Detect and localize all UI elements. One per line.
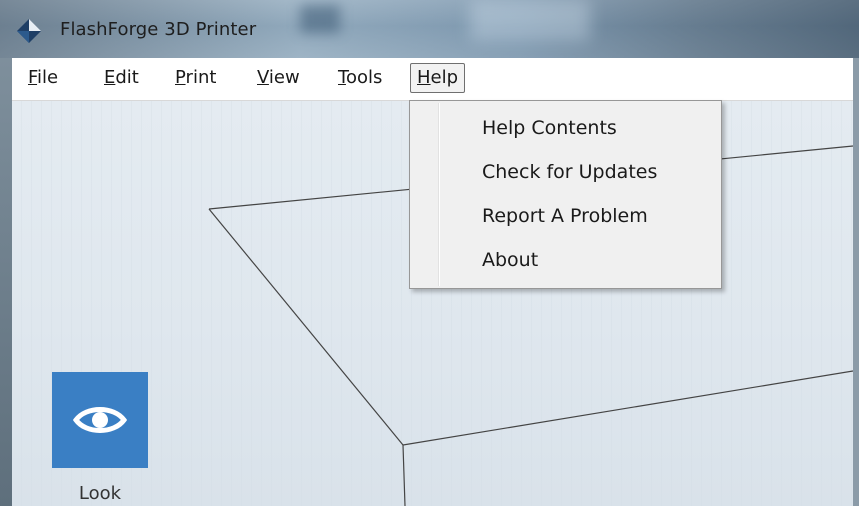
title-bar-background-blur <box>300 5 340 33</box>
menu-print[interactable]: Print <box>169 64 222 92</box>
window-title: FlashForge 3D Printer <box>60 19 257 40</box>
menu-file[interactable]: File <box>22 64 64 92</box>
window-frame-right <box>853 58 859 506</box>
eye-icon <box>72 407 128 433</box>
menu-tools[interactable]: Tools <box>332 64 388 92</box>
menu-item-help-contents[interactable]: Help Contents <box>482 113 617 143</box>
menu-bar: File Edit Print View Tools Help <box>12 58 853 101</box>
menu-view[interactable]: View <box>251 64 306 92</box>
title-bar[interactable]: FlashForge 3D Printer <box>0 0 859 58</box>
menu-item-report-a-problem[interactable]: Report A Problem <box>482 201 648 231</box>
menu-item-about[interactable]: About <box>482 245 538 275</box>
menu-edit[interactable]: Edit <box>98 64 145 92</box>
menu-help[interactable]: Help <box>410 63 466 93</box>
window-frame-left <box>0 58 12 506</box>
flashforge-logo-icon <box>17 19 41 43</box>
look-button[interactable] <box>52 372 148 468</box>
menu-icon-gutter <box>438 103 440 286</box>
help-menu-dropdown: Help Contents Check for Updates Report A… <box>409 100 722 289</box>
title-bar-background-blur <box>470 0 590 40</box>
menu-item-check-for-updates[interactable]: Check for Updates <box>482 157 657 187</box>
look-label: Look <box>78 483 122 504</box>
